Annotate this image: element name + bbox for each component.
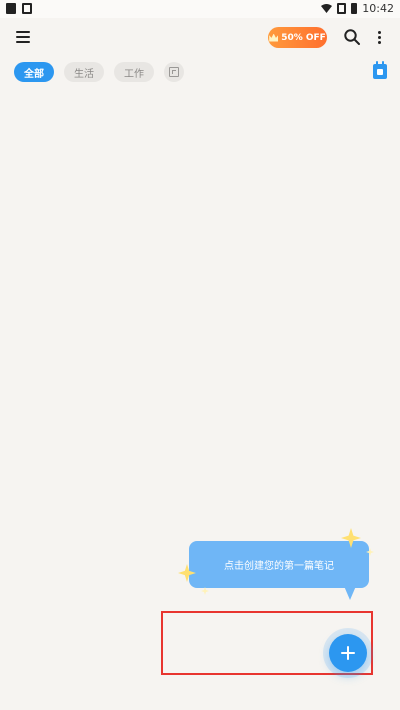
menu-icon[interactable] — [16, 31, 30, 45]
tab-life[interactable]: 生活 — [64, 62, 104, 82]
manage-categories-button[interactable] — [164, 62, 184, 82]
status-indicators: 10:42 — [321, 2, 394, 15]
crown-icon — [269, 33, 279, 42]
notification-icon — [6, 3, 16, 14]
promo-label: 50% OFF — [281, 32, 326, 43]
category-tabs: 全部 生活 工作 — [14, 62, 184, 82]
promo-badge[interactable]: 50% OFF — [268, 27, 327, 48]
tooltip-tail — [344, 586, 356, 600]
tab-all[interactable]: 全部 — [14, 62, 54, 82]
create-note-tooltip: 点击创建您的第一篇笔记 — [189, 541, 369, 588]
add-note-button[interactable] — [329, 634, 367, 672]
app-notification-icon — [22, 3, 32, 14]
folder-icon — [169, 67, 179, 77]
wifi-icon — [321, 4, 333, 13]
sim-icon — [337, 3, 347, 14]
status-bar: 10:42 — [0, 0, 400, 18]
status-time: 10:42 — [362, 2, 394, 15]
search-icon[interactable] — [343, 28, 361, 46]
more-options-icon[interactable] — [375, 29, 383, 47]
tab-work[interactable]: 工作 — [114, 62, 154, 82]
sparkle-icon — [201, 587, 209, 595]
tooltip-text: 点击创建您的第一篇笔记 — [224, 561, 334, 572]
top-bar: 50% OFF — [0, 18, 400, 58]
status-notifications — [6, 3, 32, 14]
battery-icon — [351, 3, 358, 14]
calendar-icon[interactable] — [373, 61, 387, 79]
